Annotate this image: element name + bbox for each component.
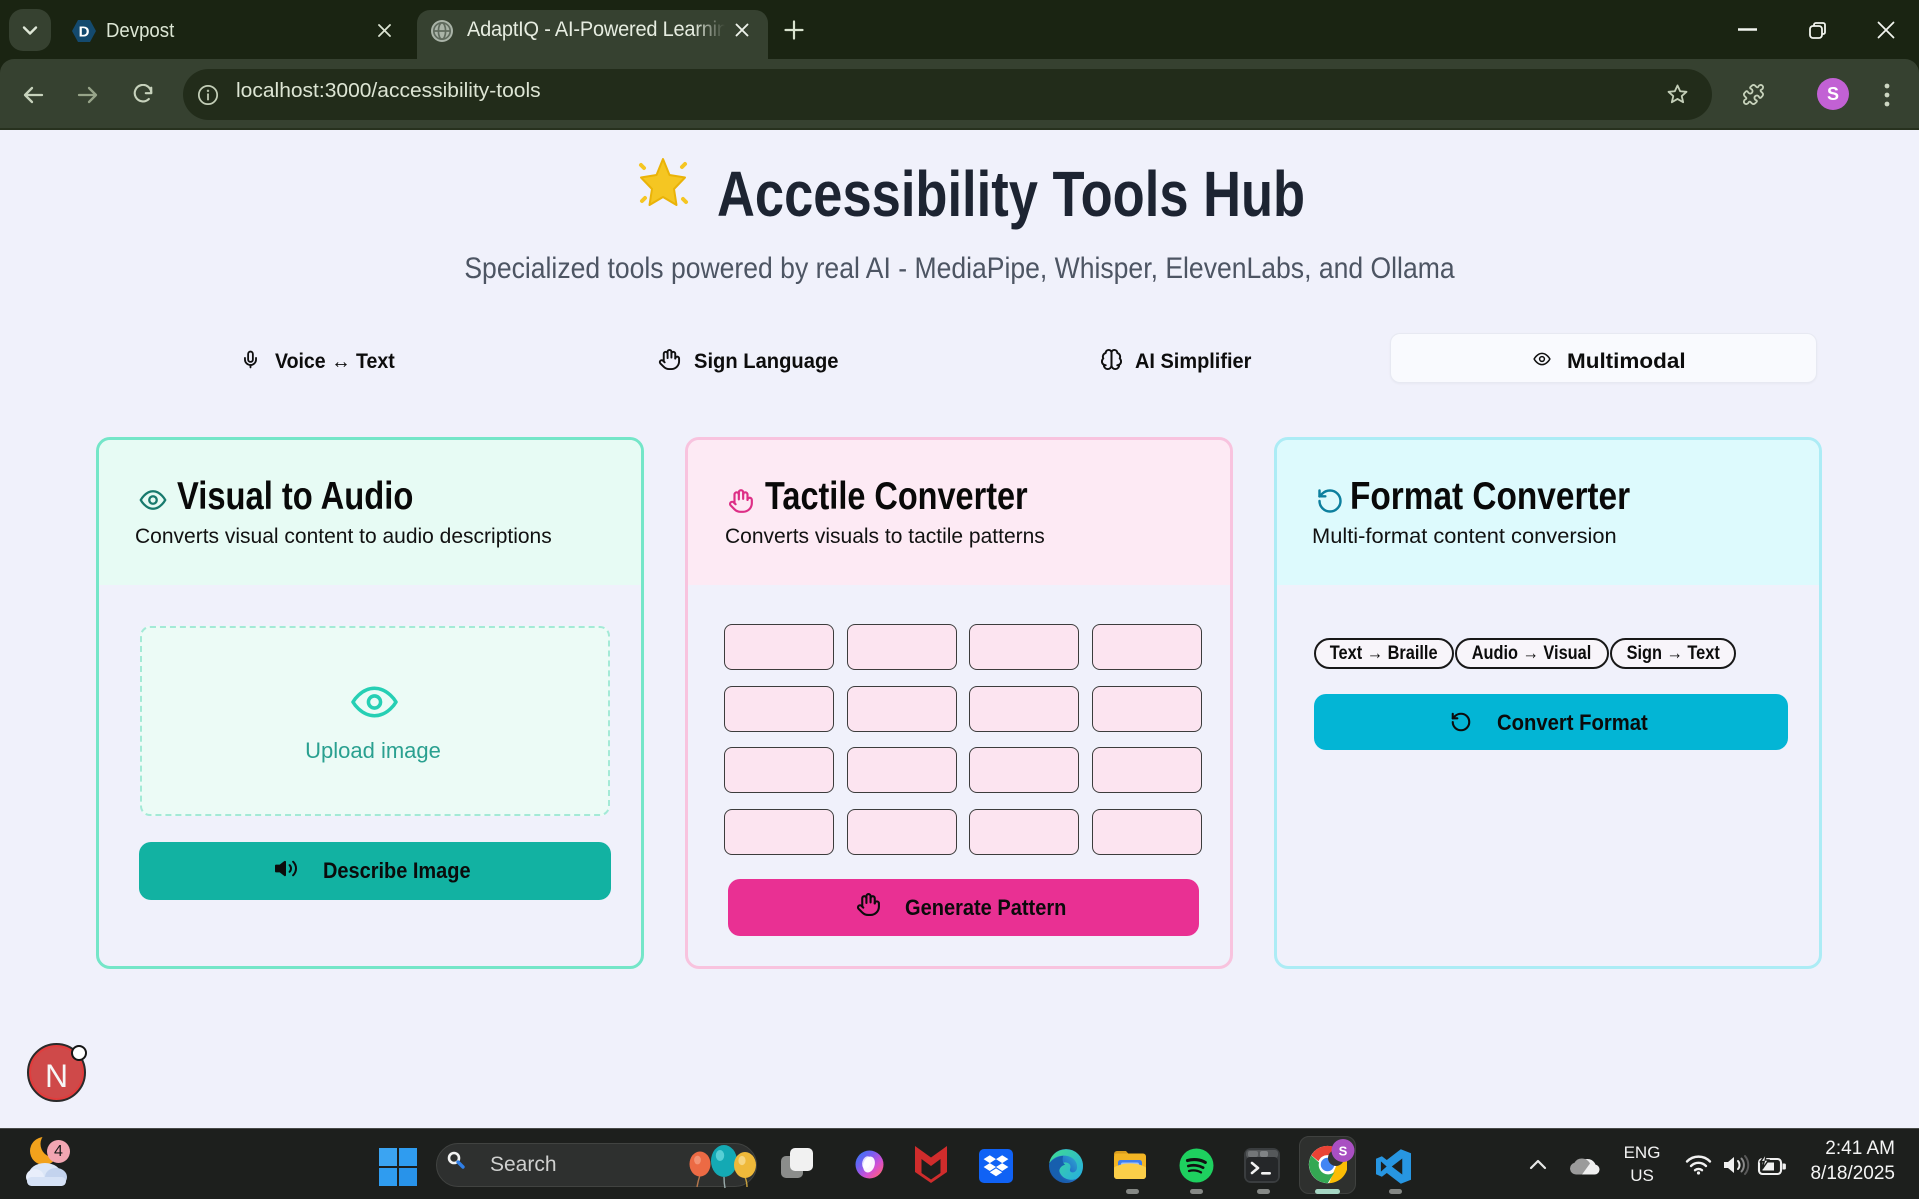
- svg-text:D: D: [79, 24, 90, 41]
- svg-text:S: S: [1339, 1144, 1348, 1159]
